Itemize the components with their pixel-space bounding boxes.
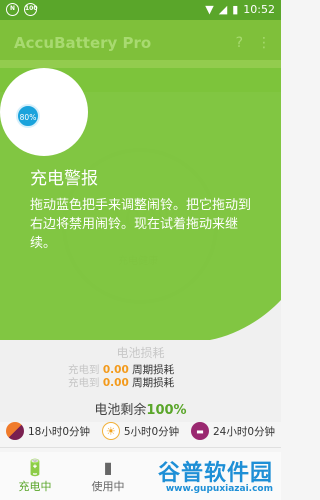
signal-icon: ◢ <box>218 3 228 16</box>
sleep-icon: ▬ <box>190 422 209 440</box>
wear-title: 电池损耗 <box>116 346 165 360</box>
guide-title: 充电警报 <box>30 169 98 189</box>
battery-icon: ▮ <box>232 3 239 16</box>
tab-charging[interactable]: 🔋 充电中 <box>0 458 70 494</box>
charging-battery-icon: 🔋 <box>25 458 45 477</box>
estimate-screen-on: 18小时0分钟 <box>6 418 90 444</box>
more-options-icon[interactable]: ⋮ <box>257 35 271 51</box>
clock: 10:52 <box>243 3 275 16</box>
battery-remaining: 电池剩余100% <box>94 403 187 418</box>
app-title: AccuBattery Pro <box>14 34 152 52</box>
highlight-circle <box>0 68 88 156</box>
estimate-sun: ☀ 5小时0分钟 <box>101 418 179 444</box>
usage-estimates: 18小时0分钟 ☀ 5小时0分钟 ▬ 24小时0分钟 <box>0 418 281 444</box>
sun-icon: ☀ <box>101 422 120 440</box>
guide-body: 拖动蓝色把手来调整闹铃。把它拖动到右边将禁用闹铃。现在试着拖动来继续。 <box>30 198 252 251</box>
estimate-sleep: ▬ 24小时0分钟 <box>190 418 275 444</box>
alarm-handle[interactable]: 80% <box>16 104 40 128</box>
watermark: 谷普软件园 www.gupuxiazai.com <box>157 461 273 494</box>
screen-on-icon <box>6 422 24 440</box>
status-bar: N 100 ▼ ◢ ▮ 10:52 <box>0 0 281 20</box>
battery-percent-icon: 100 <box>24 3 38 16</box>
help-icon[interactable]: ? <box>236 35 243 51</box>
wear-line-2: 充电到 0.00 周期损耗 <box>68 377 175 389</box>
gauge-label: 充电健康 <box>118 256 158 267</box>
notification-icon: N <box>6 3 19 16</box>
wifi-icon: ▼ <box>205 3 214 16</box>
divider <box>0 447 281 448</box>
